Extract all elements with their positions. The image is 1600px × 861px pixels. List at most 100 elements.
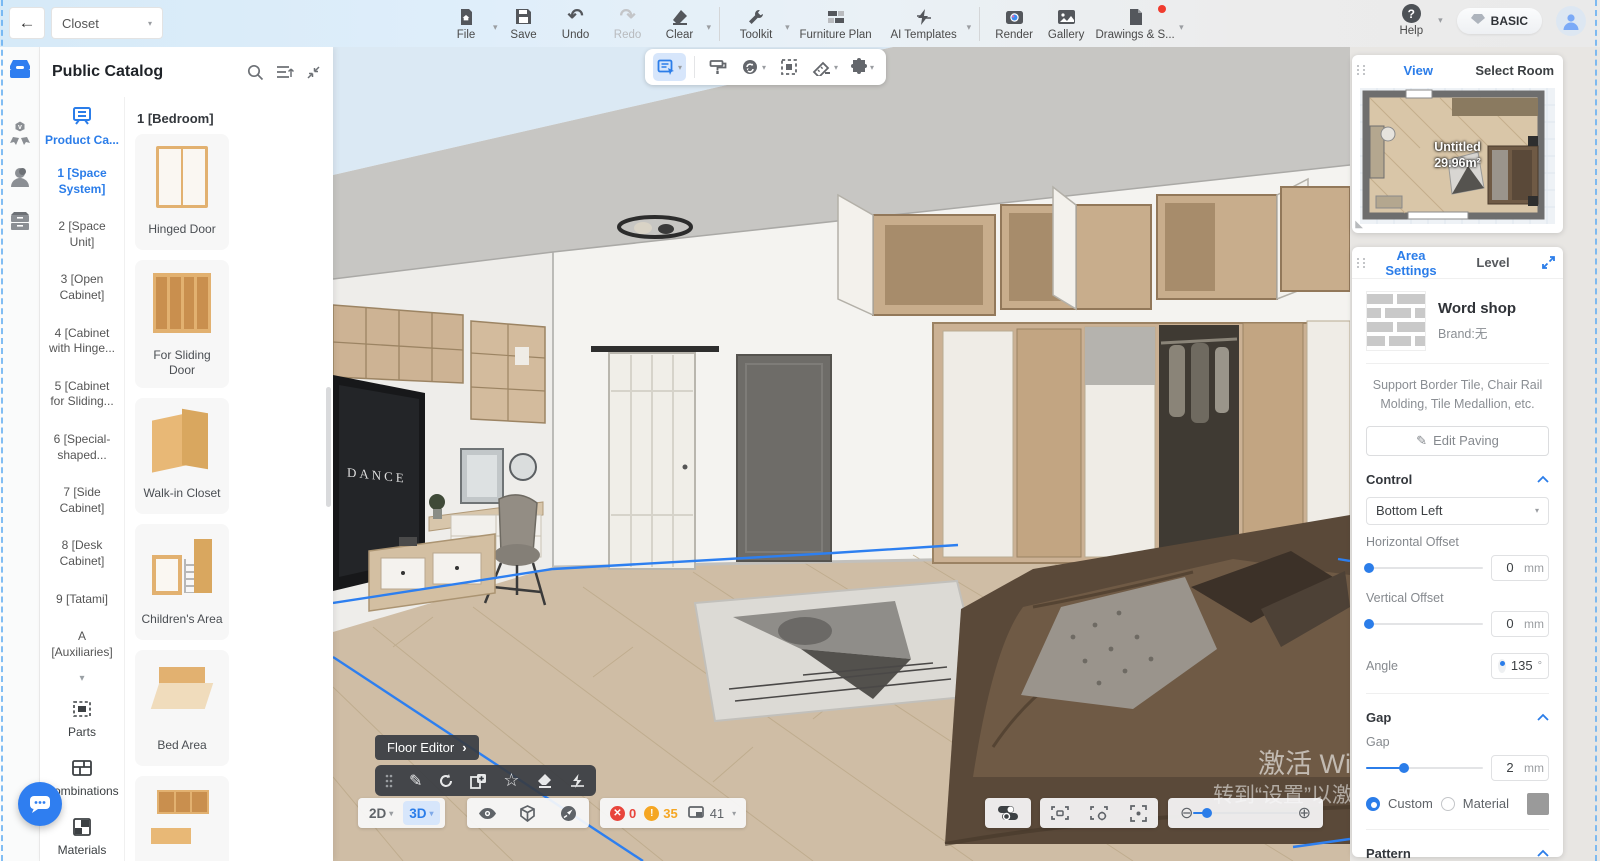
drag-handle-icon[interactable]	[385, 774, 393, 788]
rail-storage-button[interactable]	[0, 199, 40, 243]
roam-toggle-button[interactable]	[985, 798, 1031, 828]
collapse-control-icon[interactable]	[1537, 475, 1549, 483]
category-cabinet-hinged[interactable]: 4 [Cabinet with Hinge...	[40, 315, 124, 368]
expand-panel-icon[interactable]	[1534, 256, 1563, 269]
back-button[interactable]: ←	[10, 8, 44, 38]
vertical-offset-field[interactable]: mm	[1491, 611, 1549, 637]
drawings-button[interactable]: Drawings & S...	[1092, 3, 1178, 41]
horizontal-offset-slider[interactable]	[1366, 567, 1483, 569]
viewport-3d[interactable]: DANCE	[333, 47, 1350, 861]
angle-field[interactable]: 135 °	[1491, 653, 1549, 679]
redo-button[interactable]: ↷ Redo	[602, 3, 654, 41]
product-television[interactable]: Television	[135, 776, 229, 861]
plan-badge[interactable]: BASIC	[1457, 8, 1542, 34]
floorplan-minimap[interactable]: Untitled 29.96m²	[1360, 88, 1555, 224]
radio-material[interactable]	[1441, 797, 1455, 811]
render-button[interactable]: Render	[988, 3, 1040, 41]
undo-button[interactable]: ↶ Undo	[550, 3, 602, 41]
clear-button[interactable]: Clear	[654, 3, 706, 41]
select-panel-tool[interactable]: ▾	[653, 53, 686, 81]
anchor-select[interactable]: Bottom Left ▾	[1366, 497, 1549, 525]
panel-drag-handle[interactable]	[1352, 65, 1370, 75]
eraser-icon[interactable]	[536, 773, 553, 788]
gap-input[interactable]	[1498, 760, 1522, 775]
panel-drag-handle[interactable]	[1352, 258, 1370, 268]
measure-tool[interactable]: ▾	[808, 53, 842, 81]
furniture-plan-button[interactable]: Furniture Plan	[790, 3, 882, 41]
horizontal-offset-field[interactable]: mm	[1491, 555, 1549, 581]
zoom-out-icon[interactable]: ⊖	[1180, 803, 1193, 823]
help-button[interactable]: ? Help	[1399, 4, 1423, 37]
tool-parts[interactable]: Parts	[40, 690, 124, 749]
categories-expand-chevron[interactable]: ▾	[40, 671, 124, 690]
category-cabinet-sliding[interactable]: 5 [Cabinet for Sliding...	[40, 368, 124, 421]
gallery-button[interactable]: Gallery	[1040, 3, 1092, 41]
search-icon[interactable]	[247, 64, 264, 81]
mode-2d-button[interactable]: 2D▾	[363, 801, 399, 825]
draw-pencil-icon[interactable]: ✎	[409, 771, 422, 791]
category-auxiliaries[interactable]: A [Auxiliaries]	[40, 618, 124, 671]
plugin-tool[interactable]: ▾	[846, 53, 878, 81]
visibility-eye-icon[interactable]	[469, 807, 505, 820]
category-desk-cabinet[interactable]: 8 [Desk Cabinet]	[40, 527, 124, 580]
angle-dial[interactable]	[1498, 659, 1506, 673]
collapse-pattern-icon[interactable]	[1537, 849, 1549, 857]
drawings-caret-icon[interactable]: ▾	[1179, 12, 1184, 33]
catalog-scrollbar[interactable]	[326, 387, 331, 507]
rail-vip-button[interactable]: v	[0, 111, 40, 155]
horizontal-offset-input[interactable]	[1498, 560, 1522, 575]
floor-editor-button[interactable]: Floor Editor ›	[375, 735, 479, 760]
product-childrens-area[interactable]: Children's Area	[135, 524, 229, 640]
product-for-sliding-door[interactable]: For Sliding Door	[135, 260, 229, 388]
vertical-offset-input[interactable]	[1498, 616, 1522, 631]
mode-3d-button[interactable]: 3D▾	[403, 801, 439, 825]
status-indicator-group[interactable]: ✕ 0 ! 35 41 ▾	[600, 798, 746, 828]
paint-roller-tool[interactable]	[703, 53, 733, 81]
project-selector[interactable]: Closet ▾	[52, 8, 162, 38]
filter-icon[interactable]	[276, 65, 294, 79]
help-caret-icon[interactable]: ▾	[1438, 15, 1443, 26]
category-space-unit[interactable]: 2 [Space Unit]	[40, 208, 124, 261]
gap-color-swatch[interactable]	[1527, 793, 1549, 815]
tab-product-catalog[interactable]: Product Ca...	[40, 97, 124, 155]
zoom-in-icon[interactable]: ⊕	[1298, 803, 1311, 823]
camera-settings-icon[interactable]	[1081, 805, 1117, 821]
tab-select-room[interactable]: Select Room	[1467, 63, 1564, 78]
zoom-slider[interactable]	[1193, 812, 1297, 814]
rail-designer-button[interactable]	[0, 155, 40, 199]
3d-cube-icon[interactable]	[510, 805, 546, 822]
ai-templates-button[interactable]: AI Templates	[882, 3, 966, 41]
material-thumbnail[interactable]	[1366, 291, 1426, 351]
gap-slider[interactable]	[1366, 767, 1483, 769]
product-walk-in-closet[interactable]: Walk-in Closet	[135, 398, 229, 514]
camera-view-crop-icon[interactable]	[1042, 805, 1078, 821]
save-button[interactable]: Save	[498, 3, 550, 41]
file-button[interactable]: File	[440, 3, 492, 41]
category-space-system[interactable]: 1 [Space System]	[40, 155, 124, 208]
flatten-icon[interactable]	[569, 773, 586, 789]
toolkit-button[interactable]: Toolkit	[728, 3, 784, 41]
rug[interactable]	[695, 581, 985, 721]
marquee-select-tool[interactable]	[774, 53, 804, 81]
vertical-offset-slider[interactable]	[1366, 623, 1483, 625]
scene-3d[interactable]: DANCE	[333, 47, 1350, 861]
category-open-cabinet[interactable]: 3 [Open Cabinet]	[40, 261, 124, 314]
favorite-star-icon[interactable]: ☆	[503, 770, 519, 791]
chat-support-button[interactable]	[18, 782, 62, 826]
tab-area-settings[interactable]: Area Settings	[1370, 248, 1452, 278]
compass-gauge-icon[interactable]	[551, 805, 587, 822]
category-special-shaped[interactable]: 6 [Special-shaped...	[40, 421, 124, 474]
gap-field[interactable]: mm	[1491, 755, 1549, 781]
product-hinged-door[interactable]: Hinged Door	[135, 134, 229, 250]
category-tatami[interactable]: 9 [Tatami]	[40, 581, 124, 619]
ai-templates-caret-icon[interactable]: ▾	[967, 12, 972, 33]
tab-view[interactable]: View	[1370, 63, 1467, 78]
avatar[interactable]	[1556, 6, 1586, 36]
category-side-cabinet[interactable]: 7 [Side Cabinet]	[40, 474, 124, 527]
collapse-gap-icon[interactable]	[1537, 713, 1549, 721]
radio-custom[interactable]	[1366, 797, 1380, 811]
edit-paving-button[interactable]: ✎ Edit Paving	[1366, 426, 1549, 456]
add-region-icon[interactable]	[470, 773, 487, 789]
focus-center-icon[interactable]	[1120, 805, 1156, 822]
rail-catalog-button[interactable]	[0, 47, 40, 91]
